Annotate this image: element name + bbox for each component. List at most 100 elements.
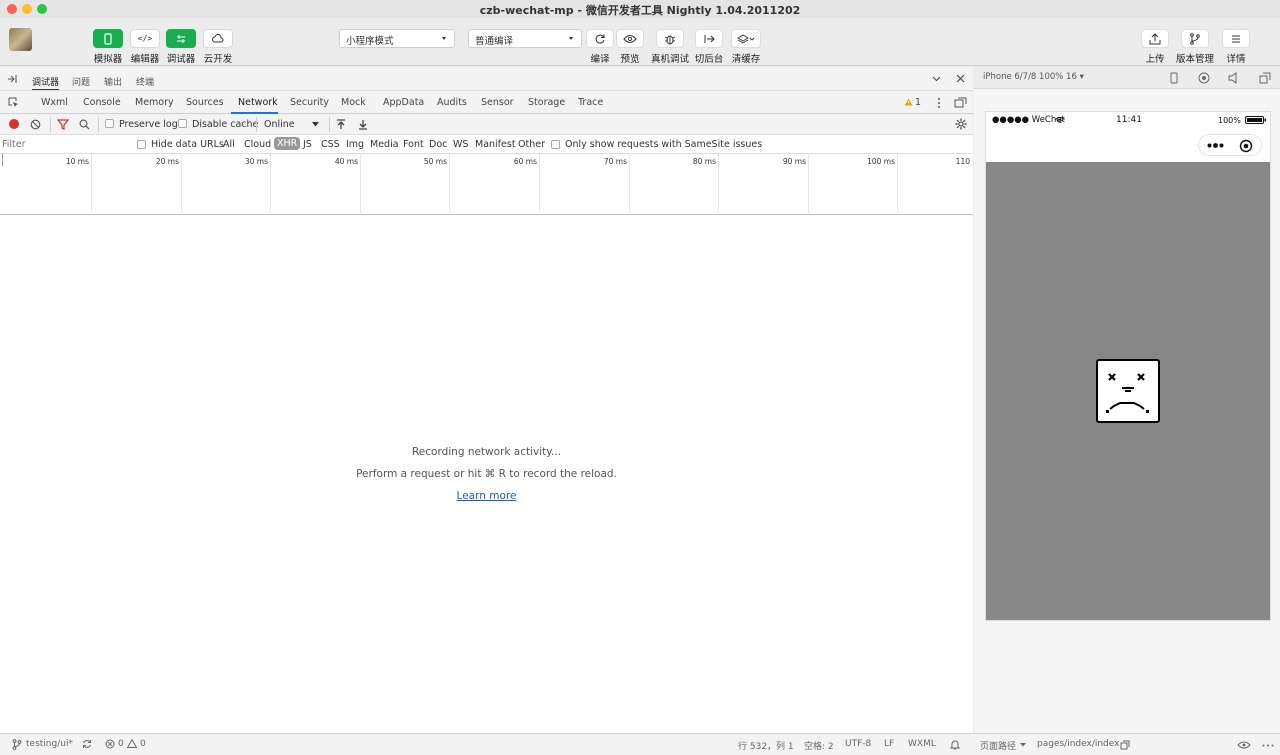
warning-icon[interactable] <box>904 98 913 106</box>
subtab-terminal[interactable]: 终端 <box>136 75 154 88</box>
volume-icon[interactable] <box>1228 72 1239 84</box>
tab-storage[interactable]: Storage <box>528 97 565 108</box>
debugger-toggle-button[interactable] <box>166 29 196 48</box>
version-button[interactable] <box>1181 29 1209 48</box>
sad-face-graphic <box>1106 373 1149 413</box>
phone-icon[interactable] <box>1170 72 1178 84</box>
clear-cache-button[interactable] <box>731 29 761 48</box>
cursor-position[interactable]: 行 532，列 1 <box>738 739 794 752</box>
status-time: 11:41 <box>1116 115 1142 125</box>
background-label: 切后台 <box>694 54 724 65</box>
tab-mock[interactable]: Mock <box>341 97 366 108</box>
file-encoding[interactable]: UTF-8 <box>845 739 871 749</box>
preserve-log-checkbox[interactable] <box>105 119 114 128</box>
type-filter-doc[interactable]: Doc <box>429 139 447 150</box>
page-path-label[interactable]: 页面路径 <box>980 739 1016 752</box>
record-screen-icon[interactable] <box>1198 72 1210 84</box>
more-dots-icon[interactable] <box>1207 143 1225 148</box>
warning-icon[interactable] <box>127 739 137 748</box>
tab-trace[interactable]: Trace <box>578 97 603 108</box>
tab-security[interactable]: Security <box>290 97 329 108</box>
type-filter-img[interactable]: Img <box>346 139 364 150</box>
type-filter-xhr[interactable]: XHR <box>274 137 301 150</box>
close-icon[interactable] <box>956 74 965 83</box>
hide-data-urls-checkbox[interactable] <box>137 140 146 149</box>
cloud-dev-button[interactable] <box>203 29 233 48</box>
inspect-icon[interactable] <box>8 97 20 109</box>
type-filter-css[interactable]: CSS <box>321 139 340 150</box>
tab-sensor[interactable]: Sensor <box>481 97 514 108</box>
filter-input[interactable] <box>2 137 128 152</box>
search-icon[interactable] <box>79 119 90 130</box>
preview-button[interactable] <box>616 29 644 48</box>
clear-icon[interactable] <box>30 119 41 130</box>
tab-console[interactable]: Console <box>83 97 121 108</box>
error-icon[interactable] <box>105 739 115 749</box>
page-path[interactable]: pages/index/index <box>1037 739 1119 749</box>
tab-appdata[interactable]: AppData <box>383 97 424 108</box>
throttle-select[interactable]: Online <box>262 116 324 132</box>
phone-screen[interactable]: ●●●●● WeChat 11:41 100% <box>985 111 1271 621</box>
device-select[interactable]: iPhone 6/7/8 100% 16 ▾ <box>983 72 1084 82</box>
timeline-tick-label: 110 <box>955 157 970 166</box>
filter-icon[interactable] <box>57 119 69 130</box>
tab-sources[interactable]: Sources <box>186 97 224 108</box>
type-filter-all[interactable]: All <box>223 139 235 150</box>
carrier-label: ●●●●● WeChat <box>992 115 1065 125</box>
git-branch[interactable]: testing/ui* <box>26 739 73 749</box>
tab-network[interactable]: Network <box>238 97 278 108</box>
details-button[interactable] <box>1222 29 1250 48</box>
export-har-icon[interactable] <box>358 119 368 130</box>
line-ending[interactable]: LF <box>884 739 894 749</box>
subtab-debugger[interactable]: 调试器 <box>32 75 60 90</box>
more-icon[interactable] <box>1262 744 1274 747</box>
eye-icon[interactable] <box>1237 741 1251 749</box>
close-miniprogram-icon[interactable] <box>1239 139 1253 153</box>
avatar[interactable] <box>9 28 32 51</box>
tab-audits[interactable]: Audits <box>437 97 467 108</box>
tab-wxml[interactable]: Wxml <box>41 97 68 108</box>
more-options-icon[interactable] <box>937 97 941 109</box>
compile-button[interactable] <box>586 29 614 48</box>
timeline-tick-label: 100 ms <box>867 157 895 166</box>
copy-icon[interactable] <box>1120 740 1130 750</box>
chevron-down-icon[interactable] <box>932 76 941 82</box>
language-mode[interactable]: WXML <box>908 739 936 749</box>
sync-icon[interactable] <box>82 739 92 749</box>
undock-icon[interactable] <box>954 97 967 108</box>
status-bar: testing/ui* 0 0 行 532，列 1 空格: 2 UTF-8 LF… <box>0 733 1280 755</box>
background-button[interactable] <box>695 29 723 48</box>
learn-more-link[interactable]: Learn more <box>457 490 517 502</box>
same-site-checkbox[interactable] <box>551 140 560 149</box>
branch-icon <box>1190 32 1200 45</box>
hide-data-urls-label: Hide data URLs <box>151 139 224 150</box>
type-filter-other[interactable]: Other <box>518 139 545 150</box>
subtab-output[interactable]: 输出 <box>104 75 122 88</box>
type-filter-ws[interactable]: WS <box>453 139 468 150</box>
bell-icon[interactable] <box>950 739 960 750</box>
import-har-icon[interactable] <box>336 119 346 130</box>
simulator-toggle-button[interactable] <box>93 29 123 48</box>
type-filter-cloud[interactable]: Cloud <box>244 139 271 150</box>
upload-button[interactable] <box>1141 29 1169 48</box>
type-filter-manifest[interactable]: Manifest <box>475 139 516 150</box>
disable-cache-checkbox[interactable] <box>178 119 187 128</box>
editor-toggle-button[interactable]: </> <box>130 29 160 48</box>
mode-select[interactable]: 小程序模式 <box>339 29 455 48</box>
type-filter-js[interactable]: JS <box>303 139 312 150</box>
compile-select[interactable]: 普通编译 <box>468 29 582 48</box>
settings-gear-icon[interactable] <box>955 118 967 130</box>
dock-icon[interactable] <box>7 74 18 84</box>
type-filter-media[interactable]: Media <box>370 139 399 150</box>
indentation[interactable]: 空格: 2 <box>804 739 834 752</box>
popout-icon[interactable] <box>1259 72 1271 84</box>
warning-count: 1 <box>915 97 922 108</box>
remote-debug-button[interactable] <box>656 29 684 48</box>
type-filter-font[interactable]: Font <box>403 139 424 150</box>
wifi-icon <box>1055 117 1065 123</box>
subtab-issues[interactable]: 问题 <box>72 75 90 88</box>
record-button[interactable] <box>9 119 19 129</box>
reload-hint: Perform a request or hit ⌘ R to record t… <box>356 468 617 480</box>
tab-memory[interactable]: Memory <box>135 97 174 108</box>
network-timeline[interactable]: 10 ms 20 ms 30 ms 40 ms 50 ms 60 ms 70 m… <box>0 154 973 215</box>
